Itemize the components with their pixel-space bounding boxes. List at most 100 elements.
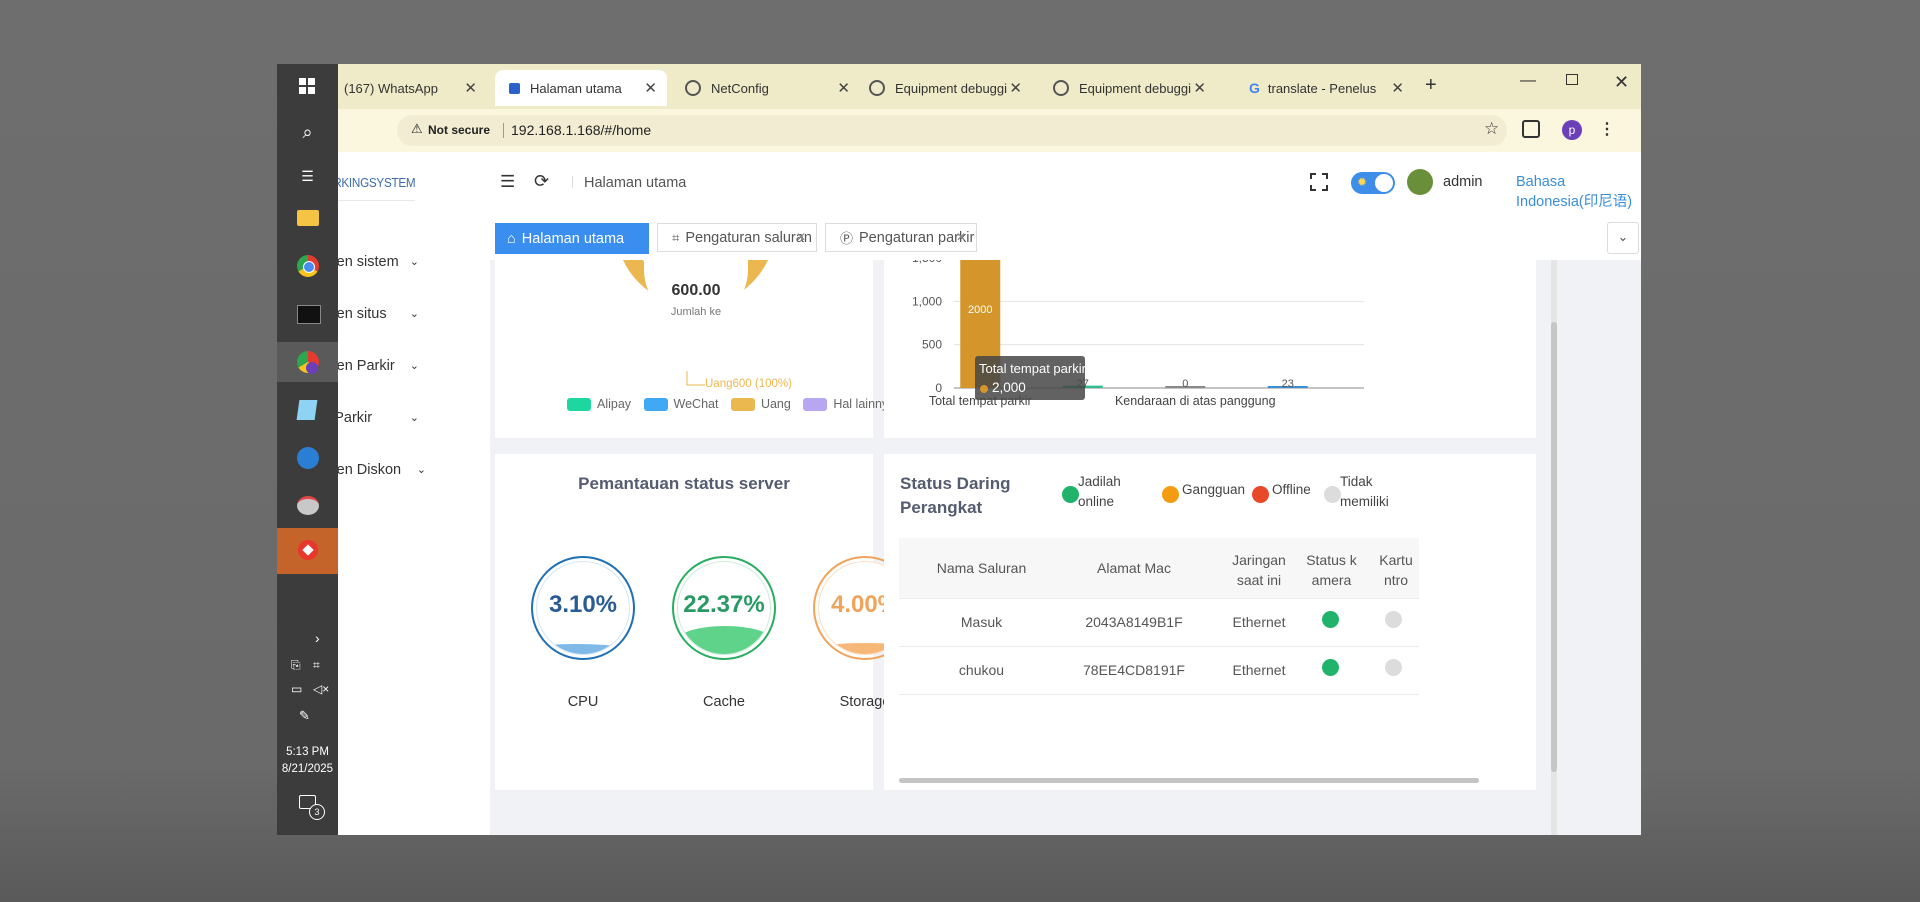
legend-item-alipay[interactable]: Alipay: [567, 397, 631, 412]
omnibox[interactable]: ⚠ Not secure 192.168.1.168/#/home ☆: [397, 115, 1507, 146]
tag-pengaturan-parkir[interactable]: Ⓟ Pengaturan parkir ✕: [825, 223, 977, 252]
tag-label: Pengaturan saluran: [685, 229, 812, 246]
globe-icon: [685, 80, 701, 96]
tab-netconfig[interactable]: NetConfig ✕: [685, 70, 860, 106]
page-scrollbar[interactable]: [1551, 260, 1557, 835]
tab-translate[interactable]: G translate - Penelusur ✕: [1249, 70, 1404, 106]
gauge-value: 22.37%: [683, 591, 765, 618]
close-icon[interactable]: ✕: [644, 79, 657, 97]
donut-slice-label: Uang600 (100%): [705, 378, 792, 390]
bar-data-label: 2000: [968, 304, 992, 316]
refresh-icon[interactable]: ⟳: [534, 171, 549, 192]
legend-label-tidak: Tidak memiliki: [1340, 472, 1389, 512]
display-icon[interactable]: ▭: [291, 682, 302, 696]
theme-toggle[interactable]: ✹: [1351, 172, 1395, 194]
minimize-button[interactable]: —: [1520, 72, 1536, 90]
device-status-card: Status Daring Perangkat Jadilah online G…: [884, 454, 1536, 790]
restore-button[interactable]: [1566, 74, 1578, 85]
meet-icon[interactable]: ⎘: [291, 658, 301, 673]
legend-item-uang[interactable]: Uang: [730, 397, 791, 412]
tab-strip: (167) WhatsApp ✕ Halaman utama ✕ NetConf…: [277, 64, 1641, 109]
avatar[interactable]: [1407, 169, 1433, 195]
legend-label-gangguan: Gangguan: [1182, 482, 1246, 497]
file-explorer-icon[interactable]: [277, 198, 338, 238]
tags-dropdown-button[interactable]: ⌄: [1607, 222, 1639, 254]
extensions-icon[interactable]: [1522, 120, 1540, 138]
fullscreen-icon[interactable]: [1310, 173, 1328, 191]
close-icon[interactable]: ✕: [1193, 79, 1206, 97]
legend-label-online: Jadilah online: [1078, 472, 1121, 512]
col-header-camera: Status k amera: [1299, 550, 1364, 590]
table-row[interactable]: chukou 78EE4CD8191F Ethernet: [899, 646, 1419, 694]
profile-avatar[interactable]: p: [1562, 120, 1582, 140]
network-icon[interactable]: ⌗: [313, 658, 320, 673]
anydesk-icon[interactable]: [277, 528, 338, 574]
chrome-profile-icon[interactable]: [277, 342, 338, 382]
app-icon[interactable]: [277, 484, 338, 524]
close-icon[interactable]: ✕: [464, 79, 477, 97]
start-button[interactable]: [277, 64, 338, 104]
table-row[interactable]: Masuk 2043A8149B1F Ethernet: [899, 598, 1419, 646]
divider: [503, 123, 504, 138]
close-icon[interactable]: ✕: [956, 230, 966, 244]
scrollbar-thumb[interactable]: [1551, 322, 1557, 772]
title-line: Perangkat: [900, 498, 983, 517]
breadcrumb: Halaman utama: [584, 175, 687, 191]
volume-muted-icon[interactable]: ◁×: [313, 682, 329, 696]
menu-kebab-icon[interactable]: ⋮: [1599, 119, 1615, 139]
close-icon[interactable]: ✕: [1009, 79, 1022, 97]
chevron-right-icon[interactable]: ›: [315, 630, 320, 646]
legend-item-hal-lainnya[interactable]: Hal lainnya: [803, 397, 895, 412]
language-label: Bahasa Indonesia(印尼语): [1516, 174, 1633, 210]
new-tab-button[interactable]: +: [1425, 74, 1437, 97]
camera-status-dot: [1322, 659, 1339, 676]
close-icon[interactable]: ✕: [796, 230, 806, 244]
tooltip-title: Total tempat parkir: [979, 361, 1086, 376]
slice-leader-line: [686, 371, 705, 386]
home-icon: ⌂: [507, 230, 516, 247]
legend-swatch: [730, 398, 755, 412]
tooltip-value: 2,000: [992, 380, 1026, 395]
task-view-icon[interactable]: ☰: [277, 156, 338, 196]
clock-time[interactable]: 5:13 PM: [277, 746, 338, 758]
terminal-icon[interactable]: [277, 294, 338, 334]
tag-pengaturan-saluran[interactable]: ⌗ Pengaturan saluran ✕: [657, 223, 817, 252]
horizontal-scrollbar[interactable]: [899, 778, 1479, 783]
title-line: Status Daring: [900, 474, 1011, 493]
chrome-icon[interactable]: [277, 246, 338, 286]
legend-swatch: [803, 398, 828, 412]
close-window-button[interactable]: ✕: [1614, 72, 1629, 93]
tab-whatsapp[interactable]: (167) WhatsApp ✕: [327, 70, 487, 106]
warning-icon: ⚠: [411, 121, 423, 136]
search-icon[interactable]: ⌕: [277, 112, 338, 152]
star-icon[interactable]: ☆: [1484, 119, 1499, 139]
gauge-label: CPU: [567, 694, 599, 710]
tab-title: Equipment debuggin: [895, 80, 1007, 96]
camera-status-dot: [1322, 611, 1339, 628]
taskbar: ⌕ ☰ › ⎘ ⌗ ▭ ◁× ✎ 5:13 PM 8/21/2025 3: [277, 64, 338, 835]
menu-fold-icon[interactable]: ☰: [500, 172, 515, 192]
legend-item-wechat[interactable]: WeChat: [643, 397, 718, 412]
tag-halaman-utama[interactable]: ⌂ Halaman utama: [495, 223, 649, 254]
scrollbar-thumb[interactable]: [899, 778, 1479, 783]
tab-equipment-1[interactable]: Equipment debuggin ✕: [869, 70, 1022, 106]
notification-badge: 3: [309, 804, 325, 820]
tab-halaman-utama[interactable]: Halaman utama ✕: [495, 70, 667, 106]
donut-legend: Alipay WeChat Uang Hal lainnya: [567, 397, 895, 412]
username[interactable]: admin: [1443, 174, 1483, 190]
payment-donut-card: 600.00 Jumlah ke Uang600 (100%) Alipay W…: [495, 260, 895, 438]
close-icon[interactable]: ✕: [1391, 79, 1404, 97]
close-icon[interactable]: ✕: [837, 79, 850, 97]
pen-icon[interactable]: ✎: [299, 708, 310, 724]
y-tick-label: 0: [935, 381, 942, 395]
header-line: saat ini: [1236, 572, 1282, 588]
gauge-fill: [537, 644, 629, 654]
app-header: ☰ ⟳ Halaman utama ✹ admin Bahasa Indones…: [490, 152, 1641, 226]
tab-equipment-2[interactable]: Equipment debuggin ✕: [1053, 70, 1206, 106]
url-text[interactable]: 192.168.1.168/#/home: [511, 122, 651, 138]
tags-view: ⌂ Halaman utama ⌗ Pengaturan saluran ✕ Ⓟ…: [490, 214, 1641, 260]
clock-date[interactable]: 8/21/2025: [277, 763, 338, 775]
notepad-icon[interactable]: [277, 390, 338, 430]
search-app-icon[interactable]: [277, 438, 338, 478]
col-header-mac: Alamat Mac: [1097, 560, 1171, 576]
